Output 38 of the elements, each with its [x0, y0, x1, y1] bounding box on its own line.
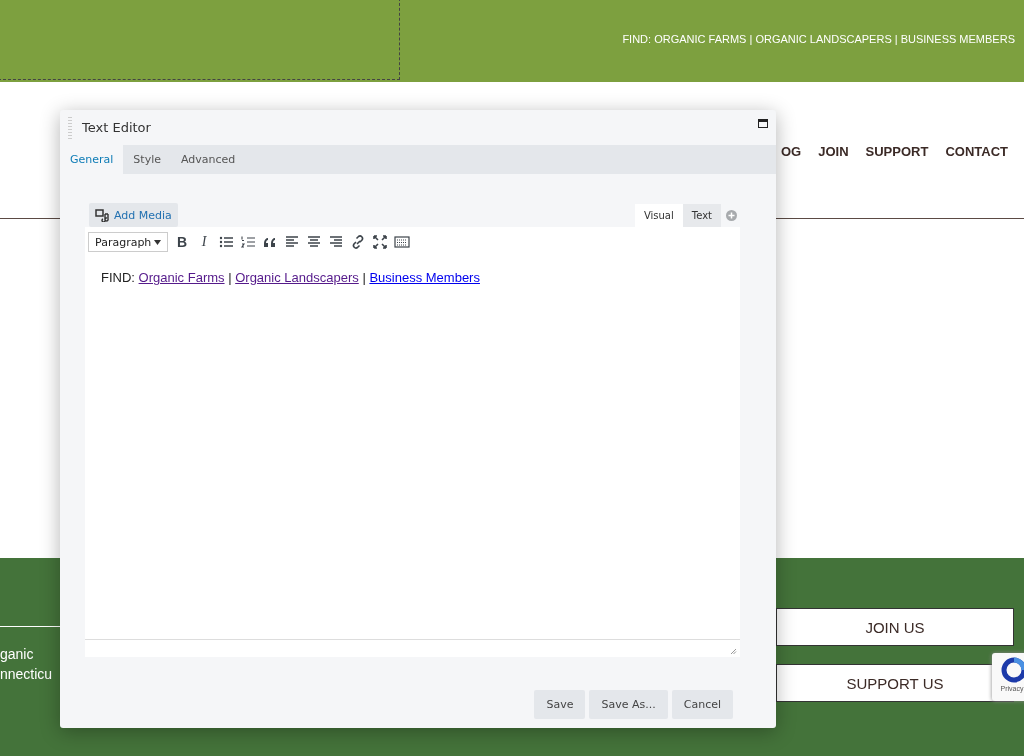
dialog-button[interactable]: Save As... [589, 690, 668, 719]
media-icon [95, 208, 109, 222]
resize-handle-icon[interactable] [730, 648, 737, 655]
settings-tab[interactable]: General [60, 145, 124, 174]
footer-button[interactable]: JOIN US [776, 608, 1014, 646]
dialog-button[interactable]: Save [534, 690, 586, 719]
numbers-icon[interactable] [240, 234, 256, 250]
fullscreen-icon[interactable] [372, 234, 388, 250]
text-link[interactable]: Business Members [369, 270, 480, 285]
format-dropdown[interactable]: Paragraph [88, 232, 168, 252]
footer-text: ganic [0, 645, 35, 664]
editor-text: FIND: Organic Farms | Organic Landscapers | Business Members [101, 270, 481, 285]
dialog-button[interactable]: Cancel [671, 690, 733, 719]
drag-handle[interactable] [68, 116, 72, 139]
bullets-icon[interactable] [218, 234, 234, 250]
dialog-title: Text Editor [82, 120, 151, 135]
footer-text: nnecticu [0, 665, 53, 684]
find-links-text: FIND: ORGANIC FARMS | ORGANIC LANDSCAPERS | BUSINESS MEMBERS [622, 33, 1015, 45]
link-icon[interactable] [350, 234, 366, 250]
align-right-icon[interactable] [328, 234, 344, 250]
nav-link[interactable]: OG [781, 144, 802, 218]
settings-tab[interactable]: Style [123, 145, 171, 174]
text-link[interactable]: Organic Farms [138, 270, 225, 285]
text-link[interactable]: Organic Landscapers [235, 270, 359, 285]
align-center-icon[interactable] [306, 234, 322, 250]
italic-button[interactable]: I [196, 234, 212, 250]
bold-button[interactable]: B [174, 234, 190, 250]
maximize-icon[interactable] [758, 119, 768, 128]
align-left-icon[interactable] [284, 234, 300, 250]
nav-link[interactable]: JOIN [818, 144, 849, 218]
nav-link[interactable]: SUPPORT [865, 144, 929, 218]
editor-mode-tab[interactable]: Visual [634, 204, 683, 227]
add-media-button[interactable]: Add Media [89, 203, 178, 227]
nav-link[interactable]: CONTACT [945, 144, 1008, 218]
editor-mode-tab[interactable]: Text [682, 204, 721, 227]
settings-tab[interactable]: Advanced [171, 145, 246, 174]
keyboard-icon[interactable] [394, 234, 410, 250]
caret-icon [154, 239, 161, 245]
